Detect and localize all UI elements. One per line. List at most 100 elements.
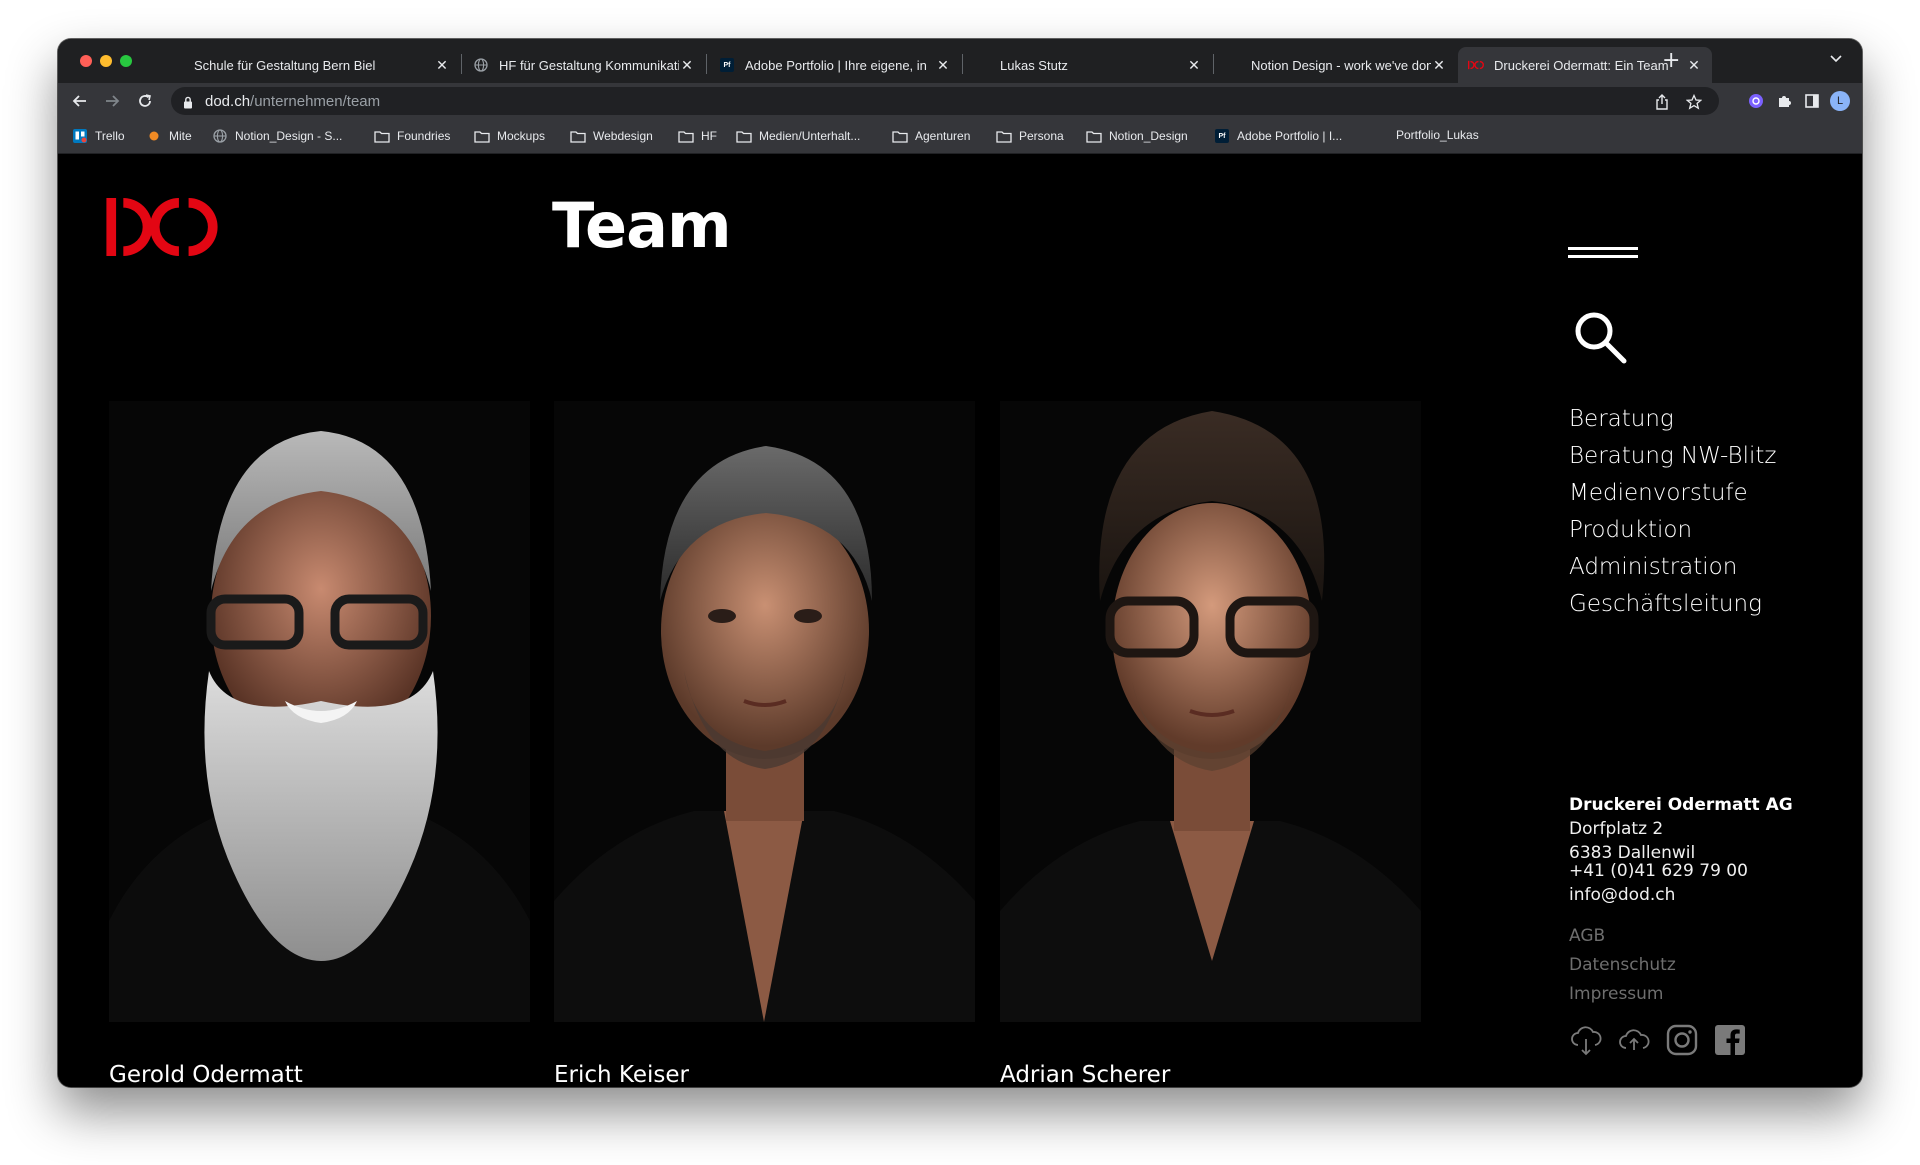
bookmark-label: Mite [169,129,192,143]
browser-window: Schule für Gestaltung Bern Biel ✕ HF für… [58,39,1862,1087]
browser-toolbar: dod.ch/unternehmen/team L [58,83,1862,119]
folder-icon [1086,128,1102,144]
bookmark-folder-mockups[interactable]: Mockups [474,128,545,144]
tab-separator [461,54,462,74]
hamburger-menu-icon[interactable] [1568,247,1638,263]
search-icon[interactable] [1572,309,1628,369]
extensions-puzzle-icon[interactable] [1774,91,1794,111]
bookmark-folder-foundries[interactable]: Foundries [374,128,450,144]
forward-arrow-icon[interactable] [100,89,124,113]
tab-lukas-stutz[interactable]: Lukas Stutz ✕ [964,47,1212,83]
tab-close-icon[interactable]: ✕ [1186,57,1202,74]
facebook-icon[interactable] [1713,1023,1747,1057]
bookmark-portfolio-lukas[interactable]: Portfolio_Lukas [1396,128,1479,142]
url-path: /unternehmen/team [250,93,381,110]
side-panel-icon[interactable] [1802,91,1822,111]
profile-initial: L [1830,91,1850,111]
folder-icon [474,128,490,144]
company-name: Druckerei Odermatt AG [1569,795,1793,815]
tab-separator [1213,54,1214,74]
tab-close-icon[interactable]: ✕ [1686,57,1702,74]
globe-icon [473,57,489,73]
more-menu-icon[interactable] [1854,91,1862,111]
tab-notion-design[interactable]: Notion Design - work we've done ✕ [1215,47,1457,83]
datenschutz-link[interactable]: Datenschutz [1569,951,1676,980]
email-link[interactable]: info@dod.ch [1569,883,1748,907]
tab-adobe-portfolio[interactable]: Pf Adobe Portfolio | Ihre eigene, in ✕ [709,47,961,83]
new-tab-button[interactable]: + [1662,49,1680,73]
nav-item-administration[interactable]: Administration [1569,549,1776,586]
bookmark-label: Mockups [497,129,546,143]
bookmark-folder-persona[interactable]: Persona [996,128,1064,144]
url-text: dod.ch/unternehmen/team [205,93,380,110]
tab-close-icon[interactable]: ✕ [434,57,450,74]
member-name: Gerold Odermatt [109,1062,303,1087]
trello-icon [72,128,88,144]
reload-icon[interactable] [133,89,157,113]
folder-icon [996,128,1012,144]
tab-hf-gestaltung[interactable]: HF für Gestaltung Kommunikation ✕ [463,47,705,83]
bookmark-label: Trello [95,129,125,143]
tab-close-icon[interactable]: ✕ [935,57,951,74]
instagram-icon[interactable] [1665,1023,1699,1057]
team-member-card[interactable]: Adrian Scherer Verkaufsleiter [1000,401,1421,1087]
team-member-card[interactable]: Erich Keiser Marketingleiter [554,401,975,1087]
nav-item-beratung-nw-blitz[interactable]: Beratung NW-Blitz [1569,438,1776,475]
maximize-window-button[interactable] [120,55,132,67]
profile-avatar[interactable]: L [1830,91,1850,111]
agb-link[interactable]: AGB [1569,922,1676,951]
street: Dorfplatz 2 [1569,819,1664,839]
folder-icon [736,128,752,144]
tab-label: Notion Design - work we've done [1251,57,1431,73]
impressum-link[interactable]: Impressum [1569,980,1676,1009]
portrait-photo [109,401,530,1022]
cloud-upload-icon[interactable] [1617,1023,1651,1057]
minimize-window-button[interactable] [100,55,112,67]
tab-close-icon[interactable]: ✕ [1431,57,1447,74]
cloud-download-icon[interactable] [1569,1023,1603,1057]
bookmark-mite[interactable]: Mite [146,128,192,144]
bookmark-folder-notion-design[interactable]: Notion_Design [1086,128,1188,144]
globe-icon [212,128,228,144]
member-name: Adrian Scherer [1000,1062,1171,1087]
chevron-down-icon[interactable] [1830,52,1842,66]
adobe-portfolio-icon: Pf [719,57,735,73]
bookmark-adobe-portfolio[interactable]: Pf Adobe Portfolio | I... [1214,128,1342,144]
extension-circle-icon[interactable] [1746,91,1766,111]
bookmark-folder-webdesign[interactable]: Webdesign [570,128,653,144]
back-arrow-icon[interactable] [68,89,92,113]
tab-sfgb[interactable]: Schule für Gestaltung Bern Biel ✕ [158,47,460,83]
nav-item-beratung[interactable]: Beratung [1569,401,1776,438]
dod-logo[interactable] [106,198,218,260]
bookmark-folder-agenturen[interactable]: Agenturen [892,128,970,144]
share-icon[interactable] [1653,93,1671,111]
sfgb-icon [168,57,184,73]
address-bar[interactable]: dod.ch/unternehmen/team [171,87,1719,115]
tab-strip: Schule für Gestaltung Bern Biel ✕ HF für… [58,39,1862,83]
tab-label: HF für Gestaltung Kommunikation [499,57,679,73]
phone-link[interactable]: +41 (0)41 629 79 00 [1569,859,1748,883]
legal-links: AGB Datenschutz Impressum [1569,922,1676,1009]
lock-icon[interactable] [183,94,193,113]
url-host: dod.ch [205,93,251,110]
team-member-card[interactable]: Gerold Odermatt Geschäftsführer [109,401,530,1087]
bookmark-folder-hf[interactable]: HF [678,128,717,144]
bookmark-notion-design-s[interactable]: Notion_Design - S... [212,128,342,144]
close-window-button[interactable] [80,55,92,67]
tab-close-icon[interactable]: ✕ [679,57,695,74]
tab-separator [706,54,707,74]
portrait-photo [1000,401,1421,1022]
bookmark-label: Webdesign [593,129,653,143]
tab-label: Lukas Stutz [1000,57,1068,73]
department-nav: Beratung Beratung NW-Blitz Medienvorstuf… [1569,401,1776,623]
company-address: Druckerei Odermatt AG Dorfplatz 2 6383 D… [1569,793,1793,865]
bookmark-folder-medien[interactable]: Medien/Unterhalt... [736,128,860,144]
nav-item-produktion[interactable]: Produktion [1569,512,1776,549]
bookmark-trello[interactable]: Trello [72,128,125,144]
bookmark-star-icon[interactable] [1685,93,1703,111]
bookmark-label: Medien/Unterhalt... [759,129,861,143]
bookmark-label: Notion_Design [1109,129,1188,143]
bookmarks-bar: Trello Mite Notion_Design - S... Foundri… [58,119,1862,154]
nav-item-medienvorstufe[interactable]: Medienvorstufe [1569,475,1776,512]
nav-item-geschaeftsleitung[interactable]: Geschäftsleitung [1569,586,1776,623]
